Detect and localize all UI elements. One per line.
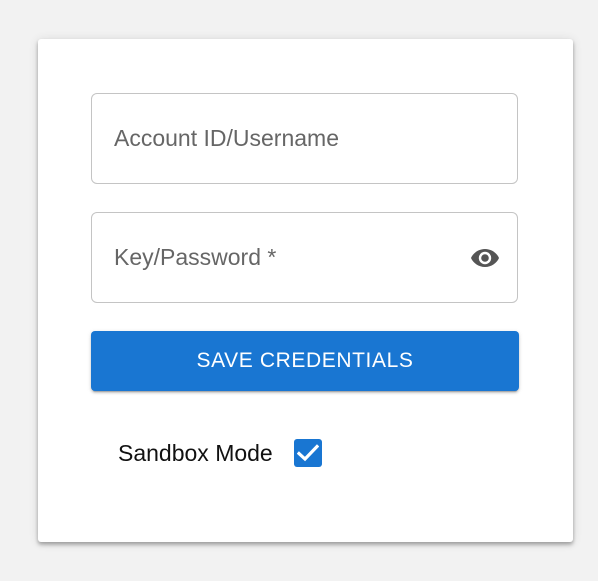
username-input[interactable] [114,94,454,183]
eye-icon-svg [471,249,499,267]
sandbox-mode-checkbox[interactable] [293,439,322,467]
save-credentials-button[interactable]: SAVE CREDENTIALS [91,331,519,391]
password-input[interactable] [114,213,454,302]
username-field[interactable] [91,93,518,184]
checkmark-icon [296,444,319,462]
credentials-card: SAVE CREDENTIALS Sandbox Mode [38,39,573,542]
eye-icon[interactable] [470,245,500,271]
sandbox-mode-row: Sandbox Mode [118,437,322,469]
password-field[interactable] [91,212,518,303]
sandbox-mode-label: Sandbox Mode [118,439,273,466]
